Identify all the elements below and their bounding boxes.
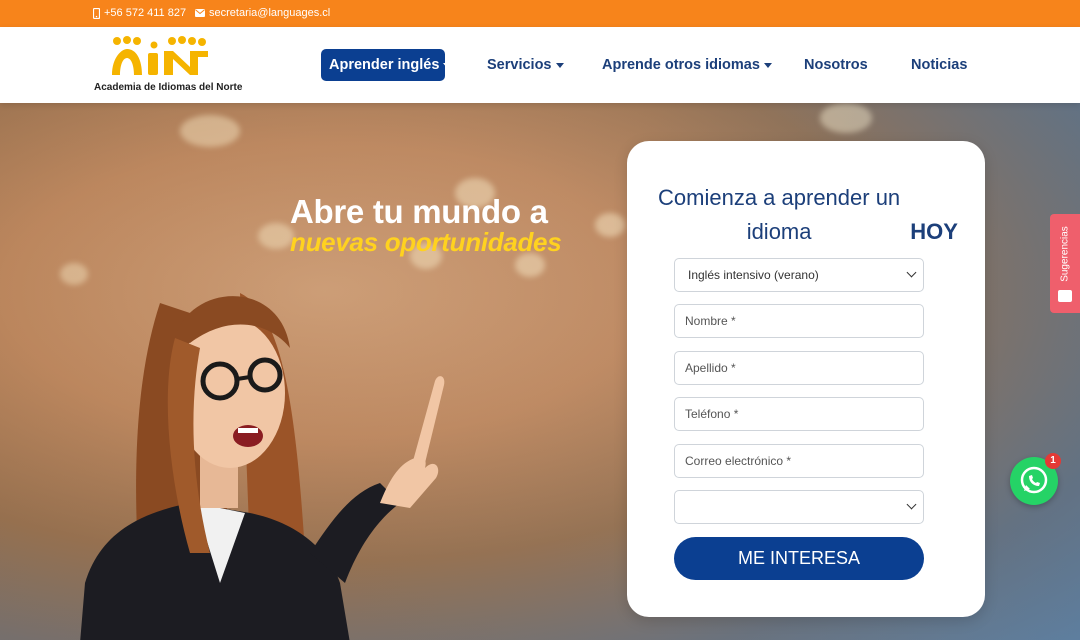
course-select[interactable]: Inglés intensivo (verano) xyxy=(674,258,924,292)
phone-number: +56 572 411 827 xyxy=(104,7,187,19)
nombre-field[interactable]: Nombre * xyxy=(674,304,924,338)
caret-down-icon xyxy=(443,62,452,68)
telefono-placeholder: Teléfono * xyxy=(685,407,739,421)
envelope-icon xyxy=(195,9,205,17)
form-title: Comienza a aprender un idioma HOY xyxy=(627,181,985,249)
nav-noticias[interactable]: Noticias xyxy=(911,49,967,81)
me-interesa-button[interactable]: ME INTERESA xyxy=(674,537,924,580)
logo[interactable]: Academia de Idiomas del Norte xyxy=(94,35,254,97)
nav-label: Nosotros xyxy=(804,57,868,73)
secondary-select[interactable] xyxy=(674,490,924,524)
nav-label: Aprende otros idiomas xyxy=(602,57,760,73)
nav-aprender-ingles[interactable]: Aprender inglés xyxy=(321,49,452,81)
caret-down-icon xyxy=(763,62,772,68)
chevron-down-icon xyxy=(906,499,917,510)
logo-name: Academia de Idiomas del Norte xyxy=(94,82,243,93)
course-select-value: Inglés intensivo (verano) xyxy=(688,268,819,282)
caret-down-icon xyxy=(555,62,564,68)
woman-pointing-image xyxy=(80,293,445,640)
nav-nosotros[interactable]: Nosotros xyxy=(804,49,868,81)
sugerencias-tab[interactable]: Sugerencias xyxy=(1050,214,1080,313)
main-navbar: Academia de Idiomas del Norte Aprender i… xyxy=(0,27,1080,103)
telefono-field[interactable]: Teléfono * xyxy=(674,397,924,431)
phone-icon xyxy=(93,7,100,19)
mailbox-icon xyxy=(1058,290,1072,302)
nombre-placeholder: Nombre * xyxy=(685,314,736,328)
email-placeholder: Correo electrónico * xyxy=(685,454,792,468)
hero-subline: nuevas oportunidades xyxy=(290,227,562,257)
email-contact[interactable]: secretaria@languages.cl xyxy=(195,7,330,19)
hero-headline: Abre tu mundo a xyxy=(290,193,548,230)
logo-mark-icon xyxy=(112,36,208,75)
email-address: secretaria@languages.cl xyxy=(209,7,331,19)
form-title-text: Comienza a aprender un idioma xyxy=(658,185,901,244)
nav-label: Noticias xyxy=(911,57,968,73)
top-contact-bar: +56 572 411 827 secretaria@languages.cl xyxy=(0,0,1080,27)
nav-label: Aprender inglés xyxy=(329,57,440,73)
nav-aprende-otros-idiomas[interactable]: Aprende otros idiomas xyxy=(602,49,772,81)
nav-label: Servicios xyxy=(487,57,552,73)
form-title-bold: HOY xyxy=(910,219,958,244)
apellido-placeholder: Apellido * xyxy=(685,361,736,375)
notification-badge: 1 xyxy=(1045,453,1061,469)
email-field[interactable]: Correo electrónico * xyxy=(674,444,924,478)
nav-servicios[interactable]: Servicios xyxy=(487,49,564,81)
apellido-field[interactable]: Apellido * xyxy=(674,351,924,385)
sugerencias-label: Sugerencias xyxy=(1059,226,1071,282)
chevron-down-icon xyxy=(906,267,917,278)
phone-contact[interactable]: +56 572 411 827 xyxy=(93,7,186,19)
